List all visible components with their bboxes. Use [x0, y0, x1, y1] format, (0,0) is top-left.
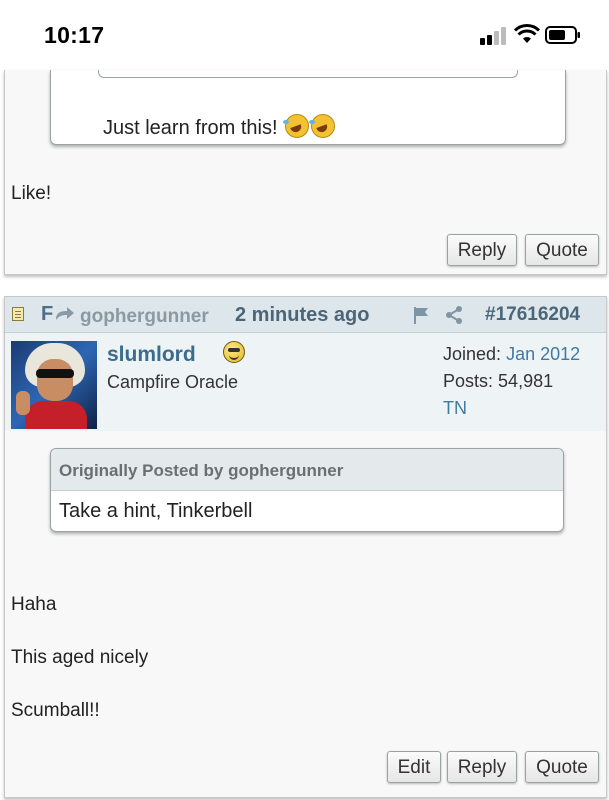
- post-body-line: Haha: [11, 594, 57, 615]
- post-time: 2 minutes ago: [235, 304, 370, 326]
- share-icon[interactable]: [444, 305, 464, 325]
- joined-date: Joined: Jan 2012: [443, 344, 581, 364]
- quote-box: Originally Posted by gophergunner Take a…: [50, 448, 564, 532]
- reply-arrow-icon: [56, 307, 74, 320]
- user-title: Campfire Oracle: [107, 372, 239, 392]
- quote-button[interactable]: Quote: [525, 751, 599, 783]
- post-body-line: This aged nicely: [11, 647, 149, 668]
- quote-box: Just learn from this!: [50, 70, 566, 145]
- quote-text: Just learn from this!: [103, 114, 336, 140]
- user-location: TN: [443, 398, 467, 418]
- quote-attribution: Originally Posted by gophergunner: [59, 461, 344, 480]
- post-count: Posts: 54,981: [443, 371, 554, 391]
- cellular-signal-icon: [480, 27, 508, 45]
- post-item: F gophergunner 2 minutes ago #17616204 s…: [4, 296, 607, 798]
- cool-smiley-icon: [223, 341, 245, 363]
- status-bar: 10:17: [0, 0, 609, 70]
- post-title-truncated: F: [41, 303, 54, 325]
- username-link[interactable]: slumlord: [107, 343, 196, 367]
- flag-icon[interactable]: [412, 306, 430, 324]
- edit-button[interactable]: Edit: [387, 751, 441, 783]
- rolling-on-floor-laughing-icon: [283, 114, 310, 138]
- post-header: F gophergunner 2 minutes ago #17616204: [5, 297, 606, 333]
- reply-to-user-link[interactable]: gophergunner: [80, 306, 209, 328]
- nested-quote-edge: [98, 70, 518, 78]
- post-previous: Just learn from this! Like! Reply Quote: [4, 70, 607, 275]
- post-number-link[interactable]: #17616204: [485, 304, 580, 326]
- quote-text: Take a hint, Tinkerbell: [59, 500, 253, 522]
- wifi-icon: [514, 24, 540, 43]
- quote-button[interactable]: Quote: [525, 234, 599, 266]
- post-body-text: Like!: [11, 183, 52, 204]
- reply-button[interactable]: Reply: [447, 234, 517, 266]
- quote-header: Originally Posted by gophergunner: [51, 449, 563, 491]
- avatar[interactable]: [11, 341, 97, 429]
- rolling-on-floor-laughing-icon: [309, 114, 336, 138]
- post-body-line: Scumball!!: [11, 700, 100, 721]
- document-icon: [12, 307, 24, 321]
- reply-button[interactable]: Reply: [447, 751, 517, 783]
- battery-icon: [545, 26, 580, 44]
- status-time: 10:17: [44, 22, 105, 48]
